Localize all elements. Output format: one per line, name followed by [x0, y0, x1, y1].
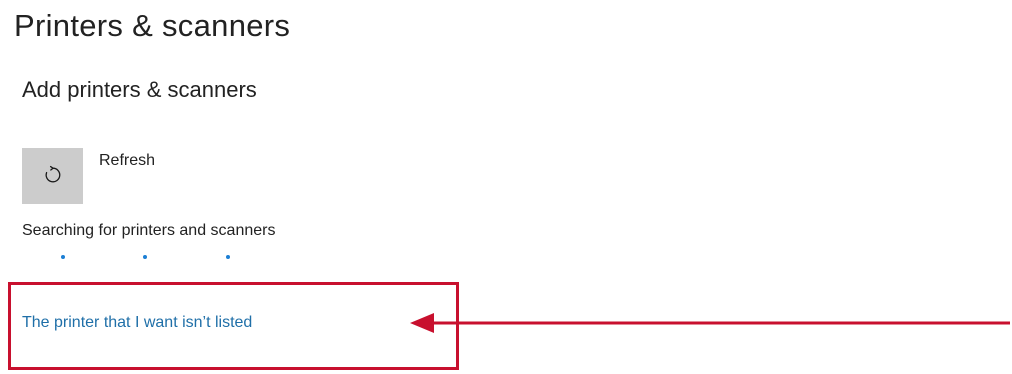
progress-dot: [226, 255, 230, 259]
printer-not-listed-link[interactable]: The printer that I want isn’t listed: [22, 314, 252, 332]
refresh-button[interactable]: [22, 148, 83, 204]
add-printers-section-title: Add printers & scanners: [22, 77, 257, 102]
progress-dot: [143, 255, 147, 259]
progress-dot: [61, 255, 65, 259]
searching-status-text: Searching for printers and scanners: [22, 222, 276, 239]
refresh-label[interactable]: Refresh: [99, 152, 155, 170]
page-title: Printers & scanners: [14, 8, 291, 43]
refresh-icon: [43, 165, 63, 188]
